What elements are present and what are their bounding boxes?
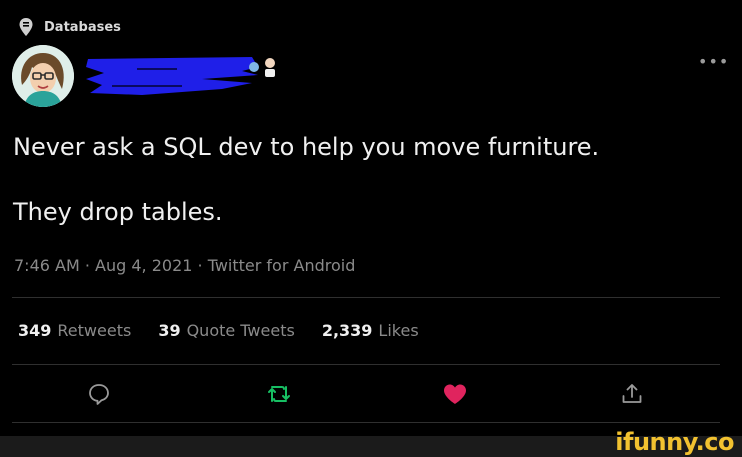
divider	[12, 364, 720, 365]
tweet-source[interactable]: Twitter for Android	[208, 256, 356, 275]
stat-count: 39	[158, 321, 181, 340]
divider	[12, 297, 720, 298]
stat-label: Likes	[378, 321, 419, 340]
avatar-icon	[12, 45, 74, 107]
like-button[interactable]	[440, 380, 470, 408]
stat-count: 349	[18, 321, 52, 340]
more-options-icon[interactable]: •••	[698, 52, 729, 71]
retweet-icon	[268, 386, 290, 402]
stat-quote-tweets[interactable]: 39 Quote Tweets	[158, 321, 295, 340]
stat-label: Quote Tweets	[186, 321, 295, 340]
meta-separator: ·	[79, 256, 96, 275]
divider	[12, 422, 720, 423]
tweet-time[interactable]: 7:46 AM	[14, 256, 80, 275]
tweet-metadata: 7:46 AM · Aug 4, 2021 · Twitter for Andr…	[14, 256, 355, 275]
like-icon	[444, 384, 466, 404]
watermark-logo: ifunny.co	[615, 428, 734, 456]
location-pin-icon	[19, 18, 33, 36]
share-button[interactable]	[617, 380, 647, 408]
topic-label: Databases	[44, 19, 121, 35]
stat-count: 2,339	[321, 321, 373, 340]
retweet-button[interactable]	[264, 380, 294, 408]
topic-context[interactable]: Databases	[18, 17, 121, 37]
stat-label: Retweets	[57, 321, 132, 340]
redacted-author-name	[86, 57, 275, 95]
stat-likes[interactable]: 2,339 Likes	[322, 321, 419, 340]
tweet-text-line-2: They drop tables.	[13, 198, 223, 226]
stat-retweets[interactable]: 349 Retweets	[18, 321, 131, 340]
reply-button[interactable]	[84, 380, 114, 408]
share-icon	[622, 384, 642, 403]
tweet-text-line-1: Never ask a SQL dev to help you move fur…	[13, 133, 600, 161]
meta-separator: ·	[192, 256, 208, 275]
engagement-stats: 349 Retweets 39 Quote Tweets 2,339 Likes	[18, 321, 419, 340]
tweet-date[interactable]: Aug 4, 2021	[95, 256, 192, 275]
avatar[interactable]	[12, 45, 74, 107]
reply-icon	[89, 384, 109, 405]
